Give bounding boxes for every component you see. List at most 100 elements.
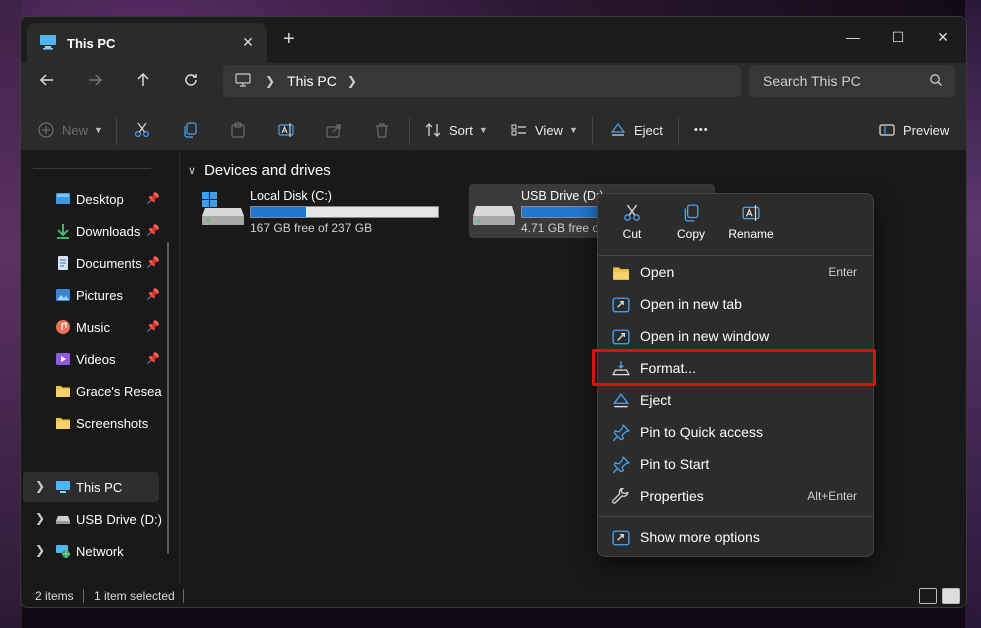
drive-tile-local-disk[interactable]: Local Disk (C:) 167 GB free of 237 GB	[198, 184, 444, 238]
sort-label: Sort	[449, 122, 473, 138]
chevron-down-icon: ▼	[94, 125, 103, 135]
refresh-button[interactable]	[175, 65, 207, 95]
network-icon	[55, 543, 71, 559]
details-view-icon[interactable]	[919, 588, 937, 604]
pin-start-icon	[612, 455, 631, 474]
group-header-devices[interactable]: ∨ Devices and drives	[188, 162, 331, 179]
back-arrow-icon	[39, 74, 53, 86]
context-item-pin-quick-access[interactable]: Pin to Quick access	[602, 417, 869, 447]
folder-icon	[55, 383, 71, 399]
pin-icon[interactable]: 📌	[146, 192, 160, 205]
paste-button[interactable]	[230, 115, 246, 145]
context-item-open-new-tab[interactable]: Open in new tab	[602, 289, 869, 319]
sidebar-item-usb-drive[interactable]: ❯ USB Drive (D:)	[23, 504, 162, 534]
context-cut-button[interactable]: Cut	[602, 204, 662, 241]
more-options-button[interactable]: •••	[694, 115, 709, 145]
sidebar-scrollbar[interactable]	[167, 242, 169, 554]
copy-button[interactable]	[182, 115, 198, 145]
context-item-pin-start[interactable]: Pin to Start	[602, 449, 869, 479]
sidebar-item-network[interactable]: ❯ Network	[23, 536, 159, 566]
sidebar-item-pictures[interactable]: Pictures 📌	[23, 280, 160, 310]
sidebar-item-screenshots[interactable]: Screenshots	[23, 408, 159, 438]
tab-close-icon[interactable]: ✕	[239, 34, 257, 51]
rename-button[interactable]	[278, 115, 294, 145]
sidebar-item-documents[interactable]: Documents 📌	[23, 248, 160, 278]
context-item-open[interactable]: Open Enter	[602, 257, 869, 287]
context-item-label: Properties	[640, 488, 704, 504]
sidebar-item-music[interactable]: Music 📌	[23, 312, 160, 342]
share-button[interactable]	[326, 115, 342, 145]
chevron-right-icon[interactable]: ❯	[265, 74, 275, 88]
windows-drive-icon	[200, 192, 246, 231]
sidebar-item-graces-research[interactable]: Grace's Research	[23, 376, 162, 406]
up-button[interactable]	[127, 65, 159, 95]
context-quick-actions: Cut Copy Rename	[598, 194, 873, 252]
maximize-button[interactable]: ☐	[878, 23, 918, 51]
pin-icon[interactable]: 📌	[146, 352, 160, 365]
up-arrow-icon	[137, 72, 149, 86]
sort-button[interactable]: Sort ▼	[425, 115, 488, 145]
desktop-icon	[55, 191, 71, 207]
paste-icon	[231, 122, 245, 138]
context-item-label: Pin to Start	[640, 456, 710, 472]
chevron-right-icon[interactable]: ❯	[35, 511, 45, 525]
preview-pane-button[interactable]: Preview	[879, 115, 949, 145]
tab-title: This PC	[67, 35, 116, 51]
sidebar-item-label: Screenshots	[76, 416, 149, 431]
pin-icon[interactable]: 📌	[146, 256, 160, 269]
back-button[interactable]	[31, 65, 63, 95]
pin-icon[interactable]: 📌	[146, 288, 160, 301]
this-pc-icon	[39, 34, 57, 53]
tab-this-pc[interactable]: This PC ✕	[27, 23, 267, 63]
downloads-icon	[55, 223, 71, 239]
preview-label: Preview	[903, 122, 950, 138]
context-item-open-new-window[interactable]: Open in new window	[602, 321, 869, 351]
shortcut-hint: Enter	[828, 265, 857, 279]
minimize-button[interactable]: —	[833, 23, 873, 51]
breadcrumb-this-pc[interactable]: This PC	[287, 73, 337, 89]
context-rename-button[interactable]: Rename	[721, 204, 781, 241]
group-header-label: Devices and drives	[204, 162, 331, 179]
eject-button[interactable]: Eject	[610, 115, 663, 145]
forward-arrow-icon	[89, 74, 103, 86]
pin-icon[interactable]: 📌	[146, 224, 160, 237]
sidebar-item-label: This PC	[76, 480, 123, 495]
cut-icon	[134, 122, 150, 138]
new-button[interactable]: New ▼	[38, 115, 103, 145]
delete-button[interactable]	[374, 115, 390, 145]
chevron-right-icon[interactable]: ❯	[35, 479, 45, 493]
context-item-eject[interactable]: Eject	[602, 385, 869, 415]
sidebar-item-downloads[interactable]: Downloads 📌	[23, 216, 160, 246]
view-button[interactable]: View ▼	[511, 115, 578, 145]
context-item-show-more-options[interactable]: Show more options	[602, 522, 869, 552]
title-bar: This PC ✕ + — ☐ ✕	[21, 17, 966, 63]
new-tab-button[interactable]: +	[283, 29, 295, 49]
chevron-right-icon[interactable]: ❯	[347, 74, 357, 88]
eject-icon	[612, 392, 630, 410]
navigation-pane: Desktop 📌 Downloads 📌 Documents 📌 Pictur…	[21, 152, 179, 584]
tiles-view-icon[interactable]	[942, 588, 960, 604]
close-window-button[interactable]: ✕	[923, 23, 963, 51]
sidebar-item-desktop[interactable]: Desktop 📌	[23, 184, 160, 214]
refresh-icon	[185, 74, 197, 86]
forward-button[interactable]	[79, 65, 111, 95]
chevron-right-icon[interactable]: ❯	[35, 543, 45, 557]
context-copy-button[interactable]: Copy	[661, 204, 721, 241]
share-icon	[326, 124, 341, 138]
status-divider	[183, 589, 184, 603]
address-bar[interactable]: ❯ This PC ❯	[223, 65, 741, 97]
chevron-down-icon[interactable]: ∨	[188, 164, 196, 177]
pin-icon[interactable]: 📌	[146, 320, 160, 333]
this-pc-icon	[55, 479, 71, 495]
sidebar-item-videos[interactable]: Videos 📌	[23, 344, 160, 374]
eject-icon	[610, 123, 626, 136]
search-input[interactable]: Search This PC	[749, 65, 955, 97]
sidebar-item-this-pc[interactable]: ❯ This PC	[23, 472, 159, 502]
context-item-properties[interactable]: Properties Alt+Enter	[602, 481, 869, 511]
ellipsis-icon: •••	[694, 124, 709, 136]
cut-button[interactable]	[134, 115, 150, 145]
status-bar: 2 items 1 item selected	[21, 584, 966, 607]
usb-drive-icon	[471, 192, 517, 231]
context-item-label: Pin to Quick access	[640, 424, 763, 440]
quick-action-label: Rename	[728, 227, 774, 241]
